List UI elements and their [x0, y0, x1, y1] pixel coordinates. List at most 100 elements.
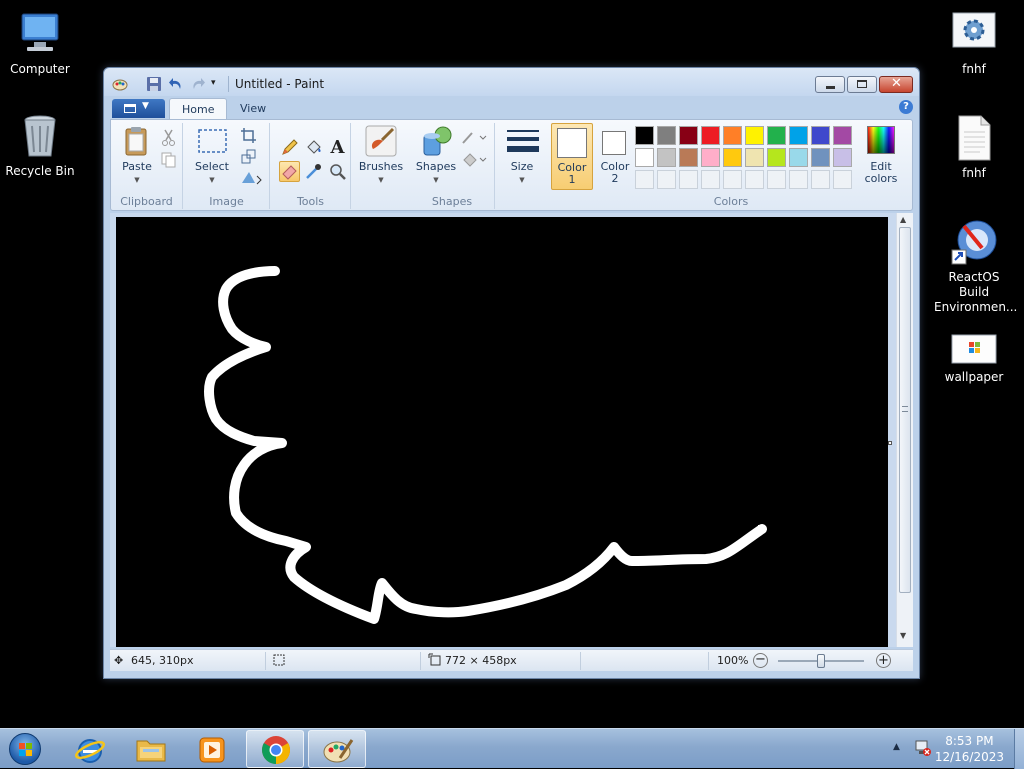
palette-swatch[interactable]: [767, 148, 786, 167]
palette-swatch[interactable]: [745, 148, 764, 167]
palette-swatch-empty[interactable]: [723, 170, 742, 189]
desktop-icon-computer[interactable]: Computer: [0, 10, 80, 77]
color1-number: 1: [568, 173, 576, 186]
palette-swatch[interactable]: [723, 148, 742, 167]
palette-swatch[interactable]: [635, 126, 654, 145]
customize-qat-icon[interactable]: ▾: [211, 78, 227, 94]
palette-swatch-empty[interactable]: [789, 170, 808, 189]
outline-icon[interactable]: [459, 127, 489, 148]
palette-swatch[interactable]: [811, 126, 830, 145]
zoom-in-button[interactable]: +: [876, 653, 891, 668]
scrollbar-thumb[interactable]: [899, 227, 911, 593]
maximize-button[interactable]: [847, 76, 877, 93]
title-bar[interactable]: ▾ Untitled - Paint ✕: [104, 68, 919, 96]
show-desktop-button[interactable]: [1014, 729, 1024, 769]
palette-swatch-empty[interactable]: [833, 170, 852, 189]
magnifier-icon[interactable]: [327, 161, 348, 182]
close-icon: ✕: [891, 76, 902, 91]
resize-icon[interactable]: [238, 146, 259, 167]
desktop-icon-fnhf-app[interactable]: fnhf: [934, 10, 1014, 77]
canvas-resize-handle[interactable]: [888, 441, 892, 445]
palette-swatch-empty[interactable]: [811, 170, 830, 189]
palette-swatch-empty[interactable]: [679, 170, 698, 189]
undo-icon[interactable]: [168, 76, 184, 92]
color2-button[interactable]: Color 2: [597, 123, 633, 190]
paste-label: Paste: [122, 160, 152, 173]
text-tool-icon[interactable]: A: [327, 137, 348, 158]
tab-view[interactable]: View: [228, 98, 278, 119]
zoom-out-button[interactable]: −: [753, 653, 768, 668]
select-button[interactable]: Select ▼: [192, 125, 232, 186]
eraser-icon[interactable]: [279, 161, 300, 182]
palette-swatch[interactable]: [701, 126, 720, 145]
crop-icon[interactable]: [238, 125, 259, 146]
palette-swatch[interactable]: [745, 126, 764, 145]
chevron-down-icon: ▼: [209, 176, 215, 184]
brushes-button[interactable]: Brushes ▼: [358, 125, 404, 186]
size-button[interactable]: Size ▼: [502, 125, 542, 186]
fill-icon[interactable]: [303, 137, 324, 158]
paint-app-icon[interactable]: [112, 76, 128, 92]
drawing-canvas[interactable]: [116, 217, 888, 647]
palette-swatch[interactable]: [701, 148, 720, 167]
palette-swatch[interactable]: [679, 126, 698, 145]
file-menu-button[interactable]: ▼: [112, 99, 165, 118]
network-icon[interactable]: [914, 739, 932, 760]
status-bar: ✥ 645, 310px 772 × 458px 100% − +: [110, 649, 913, 671]
palette-swatch[interactable]: [767, 126, 786, 145]
zoom-slider-thumb[interactable]: [817, 654, 825, 668]
rotate-icon[interactable]: [238, 167, 266, 188]
palette-swatch[interactable]: [723, 126, 742, 145]
show-hidden-icons[interactable]: ▲: [893, 742, 900, 752]
taskbar-internet-explorer[interactable]: [61, 730, 119, 768]
color-picker-icon[interactable]: [303, 161, 324, 182]
palette-swatch[interactable]: [635, 148, 654, 167]
start-button[interactable]: [5, 730, 45, 768]
cursor-position: 645, 310px: [131, 654, 194, 667]
desktop-icon-recycle-bin[interactable]: Recycle Bin: [0, 112, 80, 179]
palette-swatch[interactable]: [811, 148, 830, 167]
palette-swatch-empty[interactable]: [657, 170, 676, 189]
ribbon-tab-strip: ▼ Home View ?: [110, 97, 913, 119]
taskbar-media-player[interactable]: [183, 730, 241, 768]
palette-swatch[interactable]: [657, 148, 676, 167]
pencil-icon[interactable]: [279, 137, 300, 158]
palette-swatch-empty[interactable]: [745, 170, 764, 189]
chevron-down-icon: ▼: [142, 101, 149, 111]
clock[interactable]: 8:53 PM 12/16/2023: [935, 733, 1004, 765]
color1-button[interactable]: Color 1: [551, 123, 593, 190]
shapes-button[interactable]: Shapes ▼: [414, 125, 458, 186]
scroll-down-icon[interactable]: ▼: [900, 631, 906, 640]
paste-button[interactable]: Paste ▼: [117, 125, 157, 186]
window-title: Untitled - Paint: [235, 77, 325, 91]
palette-swatch[interactable]: [789, 126, 808, 145]
fill-shape-icon[interactable]: [459, 149, 489, 170]
desktop-icon-fnhf-file[interactable]: fnhf: [934, 114, 1014, 181]
palette-swatch[interactable]: [833, 148, 852, 167]
palette-swatch-empty[interactable]: [767, 170, 786, 189]
edit-colors-button[interactable]: Edit colors: [859, 123, 903, 190]
minimize-button[interactable]: [815, 76, 845, 93]
close-button[interactable]: ✕: [879, 76, 913, 93]
palette-swatch[interactable]: [657, 126, 676, 145]
tab-home[interactable]: Home: [169, 98, 228, 119]
help-icon[interactable]: ?: [899, 100, 913, 114]
palette-swatch[interactable]: [789, 148, 808, 167]
taskbar-file-explorer[interactable]: [122, 730, 180, 768]
drawing-stroke: [204, 266, 767, 624]
palette-swatch[interactable]: [679, 148, 698, 167]
redo-icon[interactable]: [190, 76, 206, 92]
taskbar-paint[interactable]: [308, 730, 366, 768]
desktop-icon-wallpaper[interactable]: wallpaper: [934, 334, 1014, 385]
palette-swatch-empty[interactable]: [701, 170, 720, 189]
palette-swatch[interactable]: [833, 126, 852, 145]
vertical-scrollbar[interactable]: ▲ ▼: [896, 213, 913, 647]
internet-explorer-icon: [74, 734, 106, 769]
copy-icon[interactable]: [158, 149, 179, 170]
desktop-icon-reactos-build[interactable]: ReactOS Build Environmen...: [934, 218, 1017, 315]
taskbar-chrome[interactable]: [246, 730, 304, 768]
save-icon[interactable]: [146, 76, 162, 92]
cut-icon[interactable]: [158, 127, 179, 148]
palette-swatch-empty[interactable]: [635, 170, 654, 189]
scroll-up-icon[interactable]: ▲: [900, 215, 906, 224]
